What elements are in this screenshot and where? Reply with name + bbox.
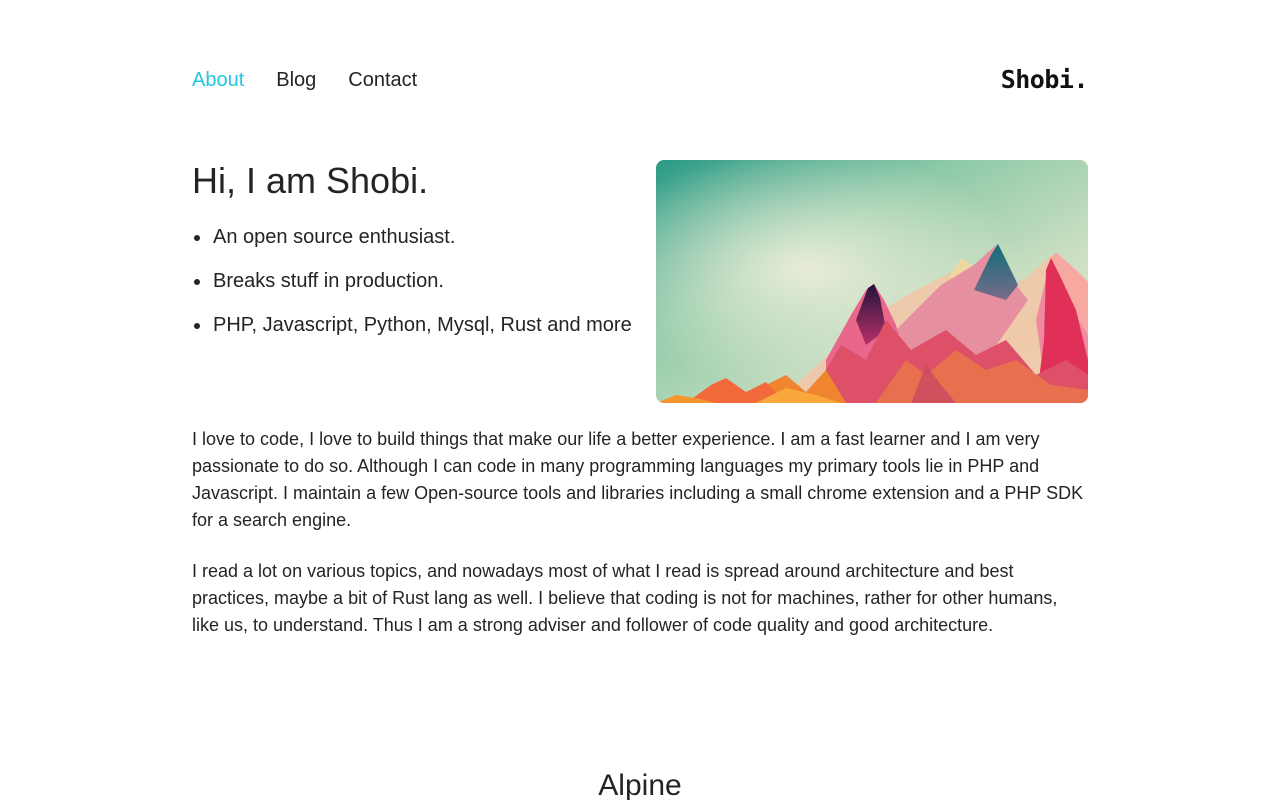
top-nav: About Blog Contact Shobi. (192, 64, 1089, 96)
hero-bullet: Breaks stuff in production. (192, 266, 642, 296)
hero-mountain-image (656, 160, 1088, 403)
section-title: Alpine (598, 769, 682, 800)
nav-link-contact[interactable]: Contact (348, 64, 417, 96)
hero-title: Hi, I am Shobi. (192, 160, 429, 201)
mountain-illustration (656, 160, 1088, 403)
nav-link-about[interactable]: About (192, 64, 244, 96)
about-paragraph-1: I love to code, I love to build things t… (192, 429, 1084, 530)
hero-bullet: PHP, Javascript, Python, Mysql, Rust and… (192, 310, 642, 340)
site-logo[interactable]: Shobi. (1001, 64, 1089, 96)
hero-section: Hi, I am Shobi. An open source enthusias… (192, 160, 1088, 403)
hero-bullet-list: An open source enthusiast. Breaks stuff … (192, 222, 642, 354)
hero-bullet: An open source enthusiast. (192, 222, 642, 252)
page: About Blog Contact Shobi. Hi, I am Shobi… (0, 0, 1280, 800)
nav-link-blog[interactable]: Blog (276, 64, 316, 96)
nav-links: About Blog Contact (192, 64, 417, 96)
about-paragraph-2: I read a lot on various topics, and nowa… (192, 561, 1058, 635)
